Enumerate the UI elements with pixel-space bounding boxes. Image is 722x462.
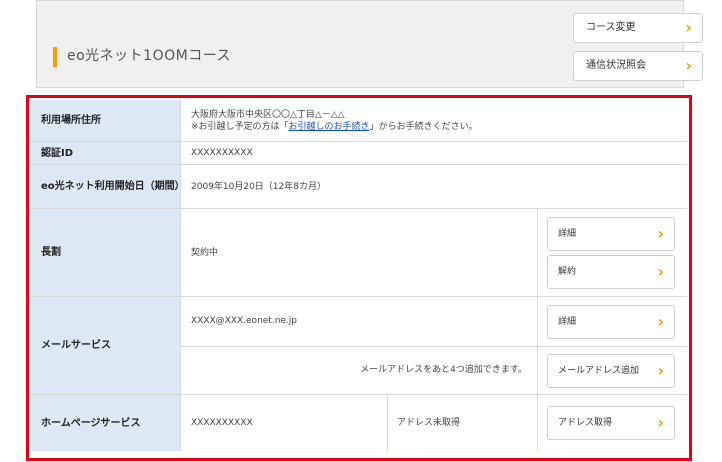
- mail-add-button[interactable]: メールアドレス追加 ›: [547, 354, 675, 388]
- table-row-address: 利用場所住所 大阪府大阪市中央区〇〇△丁目△－△△ ※お引越し予定の方は「お引越…: [31, 100, 687, 142]
- connection-status-label: 通信状況照会: [586, 60, 646, 71]
- auth-id-value: XXXXXXXXXX: [191, 148, 253, 158]
- course-accent-bar: [53, 47, 57, 67]
- mail-label: メールサービス: [31, 297, 181, 394]
- address-note: ※お引越し予定の方は「お引越しのお手続き」からお手続きください。: [191, 121, 478, 132]
- table-row-discount: 長割 契約中 詳細 › 解約 ›: [31, 209, 687, 297]
- chevron-right-icon: ›: [685, 56, 692, 75]
- chevron-right-icon: ›: [657, 413, 664, 432]
- table-row-auth-id: 認証ID XXXXXXXXXX: [31, 142, 687, 165]
- mail-add-label: メールアドレス追加: [558, 366, 640, 376]
- table-row-start-date: eo光ネット利用開始日（期間） 2009年10月20日（12年8カ月）: [31, 165, 687, 209]
- chevron-right-icon: ›: [657, 312, 664, 331]
- chevron-right-icon: ›: [657, 262, 664, 281]
- start-date-label: eo光ネット利用開始日（期間）: [31, 165, 185, 208]
- mail-detail-button[interactable]: 詳細 ›: [547, 305, 675, 339]
- course-panel: eo光ネット1OOMコース コース変更 › 通信状況照会 ›: [36, 0, 703, 88]
- table-row-homepage: ホームページサービス XXXXXXXXXX アドレス未取得 アドレス取得 ›: [31, 395, 687, 451]
- chevron-right-icon: ›: [685, 18, 692, 37]
- divider: [537, 297, 538, 394]
- start-date-value: 2009年10月20日（12年8カ月）: [191, 181, 326, 192]
- discount-label: 長割: [31, 209, 181, 296]
- address-value: 大阪府大阪市中央区〇〇△丁目△－△△ ※お引越し予定の方は「お引越しのお手続き」…: [181, 100, 687, 141]
- course-title: eo光ネット1OOMコース: [67, 48, 232, 64]
- moving-procedure-link[interactable]: お引越しのお手続き: [289, 122, 370, 132]
- table-row-mail: メールサービス XXXX@XXX.eonet.ne.jp メールアドレスをあと4…: [31, 297, 687, 395]
- chevron-right-icon: ›: [657, 224, 664, 243]
- course-change-label: コース変更: [586, 22, 636, 33]
- chevron-right-icon: ›: [657, 361, 664, 380]
- homepage-get-address-button[interactable]: アドレス取得 ›: [547, 406, 675, 440]
- homepage-get-address-label: アドレス取得: [558, 418, 613, 428]
- address-label: 利用場所住所: [31, 100, 181, 141]
- discount-cancel-label: 解約: [558, 267, 577, 277]
- discount-detail-button[interactable]: 詳細 ›: [547, 217, 675, 251]
- discount-value: 契約中: [191, 247, 219, 258]
- divider: [537, 209, 538, 296]
- connection-status-button[interactable]: 通信状況照会 ›: [573, 51, 703, 81]
- auth-id-label: 認証ID: [31, 142, 181, 164]
- mail-add-note: メールアドレスをあと4つ追加できます。: [360, 365, 527, 375]
- discount-cancel-button[interactable]: 解約 ›: [547, 255, 675, 289]
- homepage-label: ホームページサービス: [31, 395, 181, 451]
- mail-detail-label: 詳細: [558, 317, 577, 327]
- discount-detail-label: 詳細: [558, 229, 577, 239]
- homepage-value: XXXXXXXXXX: [191, 418, 253, 428]
- divider: [537, 395, 538, 451]
- address-line: 大阪府大阪市中央区〇〇△丁目△－△△: [191, 109, 345, 120]
- mail-address-value: XXXX@XXX.eonet.ne.jp: [191, 316, 298, 326]
- homepage-status: アドレス未取得: [397, 418, 461, 428]
- course-change-button[interactable]: コース変更 ›: [573, 13, 703, 43]
